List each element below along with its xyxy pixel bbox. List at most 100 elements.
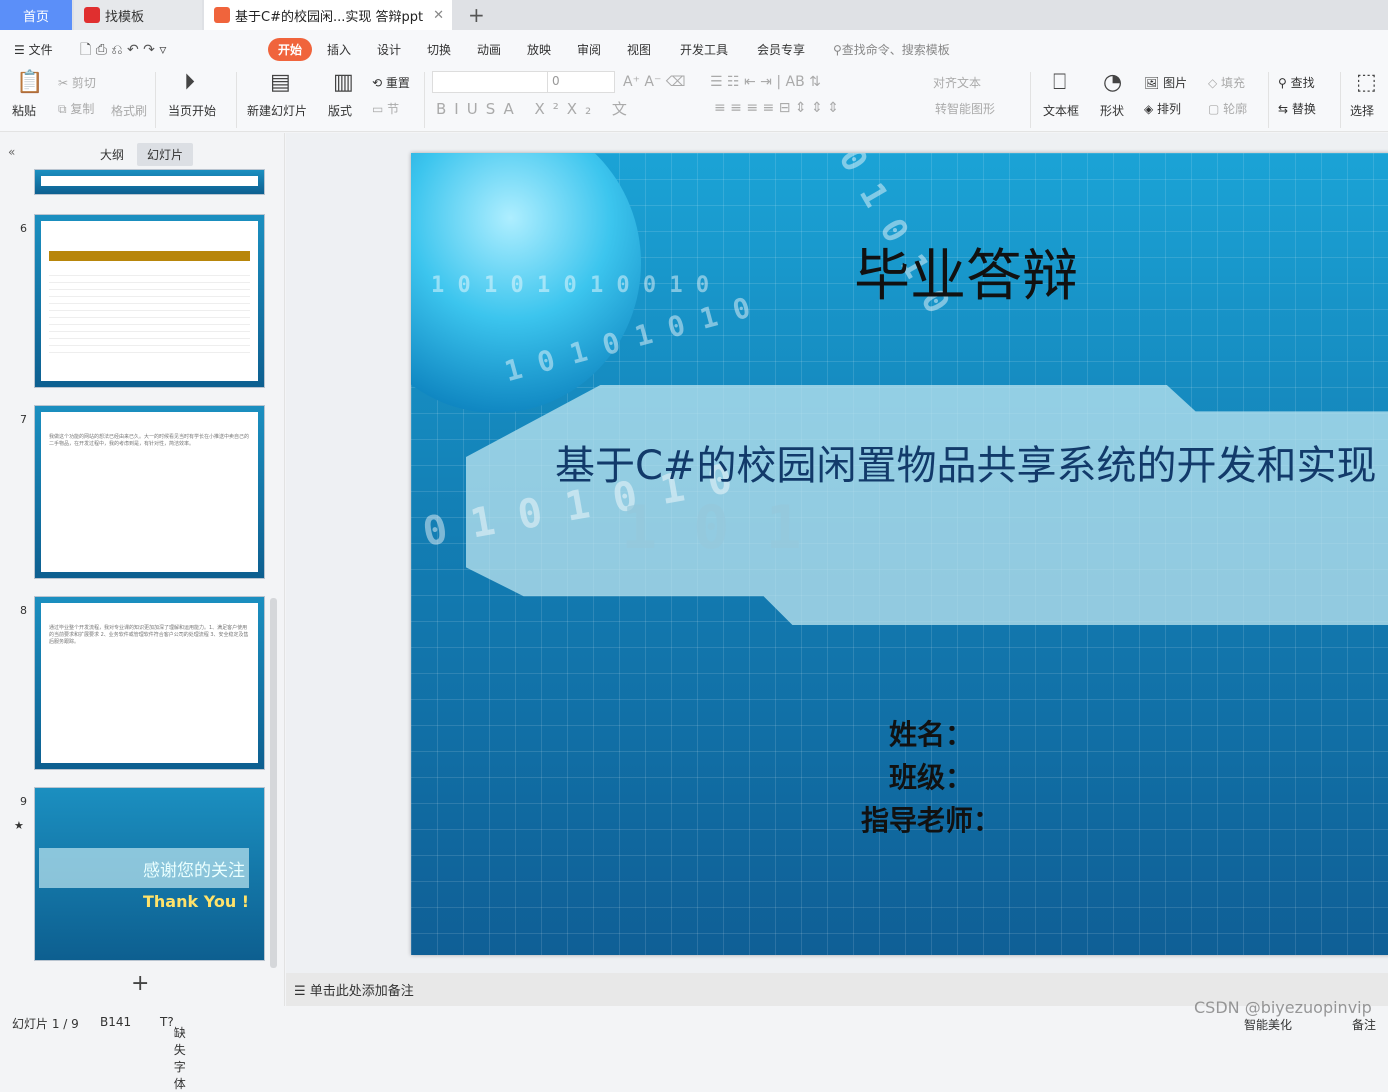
paragraph-align-buttons[interactable]: ≡ ≡ ≡ ≡ ⊟ ⇕ ⇕ ⇕: [714, 100, 839, 116]
menu-design[interactable]: 设计: [377, 41, 401, 58]
arrange-button[interactable]: ◈ 排列: [1144, 100, 1181, 117]
add-slide-button[interactable]: +: [131, 971, 149, 996]
copy-button[interactable]: ⧉ 复制: [58, 100, 94, 117]
section-label: 节: [387, 102, 400, 116]
menu-animation[interactable]: 动画: [477, 41, 501, 58]
status-bar: 幻灯片 1 / 9 B141 T? 缺失字体 智能美化 备注: [0, 1006, 1388, 1091]
play-from-current-button[interactable]: 当页开始: [168, 102, 216, 119]
menu-developer[interactable]: 开发工具: [680, 41, 728, 58]
font-size-select[interactable]: 0: [547, 71, 615, 93]
reset-button[interactable]: ⟲ 重置: [372, 74, 410, 91]
file-menu[interactable]: ☰ 文件: [14, 41, 53, 58]
picture-label: 图片: [1163, 76, 1188, 90]
tab-outline[interactable]: 大纲: [100, 146, 124, 163]
shapes-button[interactable]: 形状: [1100, 102, 1124, 119]
fill-label: 填充: [1221, 76, 1246, 90]
close-icon[interactable]: ✕: [433, 8, 444, 23]
slide-thumbnail-9[interactable]: 感谢您的关注 Thank You !: [34, 787, 265, 961]
ribbon: 📋 粘贴 ✂ 剪切 ⧉ 复制 格式刷 ⏵ 当页开始 ▤ 新建幻灯片 ▥ 版式 ⟲…: [0, 68, 1388, 132]
section-button[interactable]: ▭ 节: [372, 100, 399, 117]
copy-label: 复制: [70, 102, 95, 116]
class-label: 班级：: [889, 761, 974, 794]
menu-bar: ☰ 文件 🗋 ⎙ ⎌ ↶ ↷ ▿ 开始 插入 设计 切换 动画 放映 审阅 视图…: [0, 30, 1388, 68]
find-button[interactable]: ⚲ 查找: [1278, 74, 1315, 91]
smart-art-button[interactable]: 转智能图形: [935, 100, 995, 117]
outline-button[interactable]: ▢ 轮廓: [1208, 100, 1247, 117]
quick-access-icons[interactable]: 🗋 ⎙ ⎌ ↶ ↷ ▿: [80, 39, 166, 63]
slide-number: 6: [20, 222, 27, 235]
slide-number: 9: [20, 795, 27, 808]
name-label: 姓名：: [889, 718, 974, 751]
list-buttons[interactable]: ☰ ☷ ⇤ ⇥ | AB ⇅: [710, 74, 821, 90]
sidebar-scrollbar[interactable]: [270, 598, 277, 968]
find-label: 查找: [1290, 76, 1315, 90]
slide-thumbnail-7[interactable]: 我做这个功能的网站的想法已经由来已久。大一的时候看见当时有学长在小推送中卖自己的…: [34, 405, 265, 579]
beautify-button[interactable]: 智能美化: [1244, 1016, 1292, 1033]
new-tab-button[interactable]: +: [458, 0, 485, 30]
align-text-button[interactable]: 对齐文本: [933, 74, 981, 91]
format-painter-button[interactable]: 格式刷: [111, 102, 147, 119]
slide8-text: 通过毕业整个开发流程，我对专业课的知识更加加深了理解和运用能力。1、满足客户使用…: [49, 625, 249, 645]
new-slide-button[interactable]: 新建幻灯片: [247, 102, 307, 119]
tab-home[interactable]: 首页: [0, 0, 72, 30]
play-icon: ⏵: [184, 70, 196, 95]
tab-templates[interactable]: 找模板: [74, 0, 202, 30]
layout-button[interactable]: 版式: [328, 102, 352, 119]
menu-view[interactable]: 视图: [627, 41, 651, 58]
slide-thumbnail-8[interactable]: 通过毕业整个开发流程，我对专业课的知识更加加深了理解和运用能力。1、满足客户使用…: [34, 596, 265, 770]
current-slide[interactable]: 1 0 1 0 1 0 1 0 0 1 0 1 0 1 0 1 0 1 0 0 …: [411, 153, 1388, 955]
file-label: 文件: [28, 43, 53, 57]
menu-transition[interactable]: 切换: [427, 41, 451, 58]
menu-slideshow[interactable]: 放映: [527, 41, 551, 58]
command-search[interactable]: ⚲查找命令、搜索模板: [833, 41, 950, 58]
font-family-select[interactable]: [432, 71, 548, 93]
notes-button[interactable]: 备注: [1352, 1016, 1376, 1033]
theme-name[interactable]: B141: [100, 1015, 131, 1029]
collapse-icon[interactable]: «: [8, 145, 15, 159]
menu-home[interactable]: 开始: [268, 38, 313, 61]
font-size-buttons[interactable]: A⁺ A⁻ ⌫: [623, 74, 686, 90]
arrange-label: 排列: [1157, 102, 1182, 116]
template-logo-icon: [84, 7, 100, 23]
notes-placeholder: 单击此处添加备注: [309, 984, 414, 999]
tab-document[interactable]: 基于C#的校园闲...实现 答辩ppt ✕: [204, 0, 452, 30]
reset-label: 重置: [385, 76, 410, 90]
missing-font-button[interactable]: T? 缺失字体: [160, 1015, 186, 1091]
tab-bar: 首页 找模板 基于C#的校园闲...实现 答辩ppt ✕ +: [0, 0, 1388, 30]
replace-button[interactable]: ⇆ 替换: [1278, 100, 1316, 117]
watermark: CSDN @biyezuopinvip: [1194, 998, 1372, 1017]
paste-button[interactable]: 粘贴: [12, 102, 36, 119]
advisor-label: 指导老师：: [861, 804, 1002, 837]
search-placeholder: 查找命令、搜索模板: [841, 43, 950, 57]
animation-star-icon: ★: [14, 819, 24, 832]
paste-icon: 📋: [16, 70, 44, 95]
ppt-icon: [214, 7, 230, 23]
shapes-icon: ◔: [1103, 70, 1123, 95]
search-icon: ⚲: [833, 43, 842, 57]
text-box-button[interactable]: 文本框: [1043, 102, 1079, 119]
slide7-text: 我做这个功能的网站的想法已经由来已久。大一的时候看见当时有学长在小推送中卖自己的…: [49, 434, 250, 447]
slide-subtitle[interactable]: 基于C#的校园闲置物品共享系统的开发和实现: [555, 433, 1376, 491]
select-button[interactable]: 选择: [1350, 102, 1374, 119]
slide-number: 7: [20, 413, 27, 426]
tab-slides[interactable]: 幻灯片: [137, 143, 194, 166]
tab-label: 找模板: [105, 9, 145, 25]
text-box-icon: ⎕: [1053, 70, 1067, 95]
tab-label: 基于C#的校园闲...实现 答辩ppt: [235, 9, 424, 25]
new-slide-icon: ▤: [270, 70, 291, 95]
cut-button[interactable]: ✂ 剪切: [58, 74, 96, 91]
slide-counter: 幻灯片 1 / 9: [12, 1017, 79, 1031]
fill-button[interactable]: ◇ 填充: [1208, 74, 1245, 91]
menu-insert[interactable]: 插入: [327, 41, 351, 58]
slide-thumbnail-5[interactable]: [34, 169, 265, 195]
select-icon: ⬚: [1356, 70, 1377, 95]
outline-label: 轮廓: [1223, 102, 1248, 116]
picture-button[interactable]: 🖼 图片: [1144, 74, 1187, 91]
menu-review[interactable]: 审阅: [577, 41, 601, 58]
text-format-buttons[interactable]: BIUSA X²X₂ 文: [436, 98, 635, 119]
menu-member[interactable]: 会员专享: [757, 41, 805, 58]
info-block[interactable]: 姓名： 班级： 指导老师：: [861, 713, 1001, 842]
slide-title[interactable]: 毕业答辩: [854, 231, 1078, 312]
slide-number: 8: [20, 604, 27, 617]
slide-thumbnail-6[interactable]: [34, 214, 265, 388]
